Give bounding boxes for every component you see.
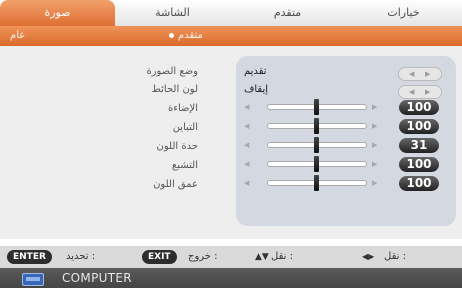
- arrow-left-icon[interactable]: ◀: [244, 159, 249, 169]
- brightness-value: 100: [399, 100, 439, 115]
- arrow-right-icon[interactable]: ▶: [425, 86, 430, 98]
- slider-knob[interactable]: [314, 137, 319, 153]
- tint-value: 31: [399, 138, 439, 153]
- computer-input-icon: [22, 273, 44, 286]
- label-color-depth[interactable]: عمق اللون: [153, 179, 198, 190]
- color-depth-value: 100: [399, 176, 439, 191]
- value-wall-color: إيقاف: [244, 84, 269, 95]
- arrow-right-icon[interactable]: ▶: [372, 140, 377, 150]
- arrow-left-icon[interactable]: ◀: [244, 178, 249, 188]
- left-right-icon: ◀▶: [362, 252, 375, 261]
- label-saturation[interactable]: التشبع: [172, 160, 198, 171]
- subtab-advanced[interactable]: متقدم: [178, 26, 203, 46]
- tab-bar: خيارات متقدم الشاشة صورة: [0, 0, 462, 27]
- label-brightness[interactable]: الإضاءة: [168, 103, 198, 114]
- picture-mode-selector[interactable]: ◀ ▶: [398, 67, 442, 81]
- tab-options[interactable]: خيارات: [345, 0, 462, 26]
- up-down-icon: ▲▼: [255, 252, 269, 262]
- tab-image[interactable]: صورة: [0, 0, 115, 26]
- key-hint-bar: ENTER تحديد : EXIT خروج : ▲▼ نقل : ◀▶ نق…: [0, 246, 462, 268]
- arrow-left-icon[interactable]: ◀: [409, 86, 414, 98]
- osd-menu: خيارات متقدم الشاشة صورة عام متقدم وضع ا…: [0, 0, 462, 288]
- source-name: COMPUTER: [62, 271, 132, 285]
- label-contrast[interactable]: التباين: [173, 122, 198, 133]
- source-bar: COMPUTER: [0, 268, 462, 288]
- move-up-down-hint: نقل :: [271, 251, 293, 262]
- arrow-right-icon[interactable]: ▶: [425, 68, 430, 80]
- contrast-value: 100: [399, 119, 439, 134]
- value-picture-mode: تقديم: [244, 66, 267, 77]
- wall-color-selector[interactable]: ◀ ▶: [398, 85, 442, 99]
- slider-knob[interactable]: [314, 118, 319, 134]
- subtab-dot-icon: [169, 33, 174, 38]
- tab-advanced[interactable]: متقدم: [230, 0, 345, 26]
- arrow-right-icon[interactable]: ▶: [372, 102, 377, 112]
- arrow-left-icon[interactable]: ◀: [409, 68, 414, 80]
- label-wall-color[interactable]: لون الحائط: [152, 84, 198, 95]
- menu-body: [0, 46, 462, 239]
- arrow-right-icon[interactable]: ▶: [372, 121, 377, 131]
- subtab-general[interactable]: عام: [10, 26, 25, 46]
- tab-display[interactable]: الشاشة: [115, 0, 230, 26]
- arrow-left-icon[interactable]: ◀: [244, 121, 249, 131]
- exit-hint: خروج :: [188, 251, 218, 262]
- label-picture-mode[interactable]: وضع الصورة: [146, 66, 198, 77]
- enter-key-badge: ENTER: [7, 250, 52, 264]
- enter-hint: تحديد :: [66, 251, 96, 262]
- slider-knob[interactable]: [314, 99, 319, 115]
- saturation-value: 100: [399, 157, 439, 172]
- sub-tab-bar: عام متقدم: [0, 26, 462, 46]
- arrow-right-icon[interactable]: ▶: [372, 159, 377, 169]
- arrow-right-icon[interactable]: ▶: [372, 178, 377, 188]
- move-left-right-hint: نقل :: [384, 251, 406, 262]
- arrow-left-icon[interactable]: ◀: [244, 140, 249, 150]
- arrow-left-icon[interactable]: ◀: [244, 102, 249, 112]
- exit-key-badge: EXIT: [142, 250, 177, 264]
- slider-knob[interactable]: [314, 156, 319, 172]
- slider-knob[interactable]: [314, 175, 319, 191]
- label-tint[interactable]: حدة اللون: [157, 141, 199, 152]
